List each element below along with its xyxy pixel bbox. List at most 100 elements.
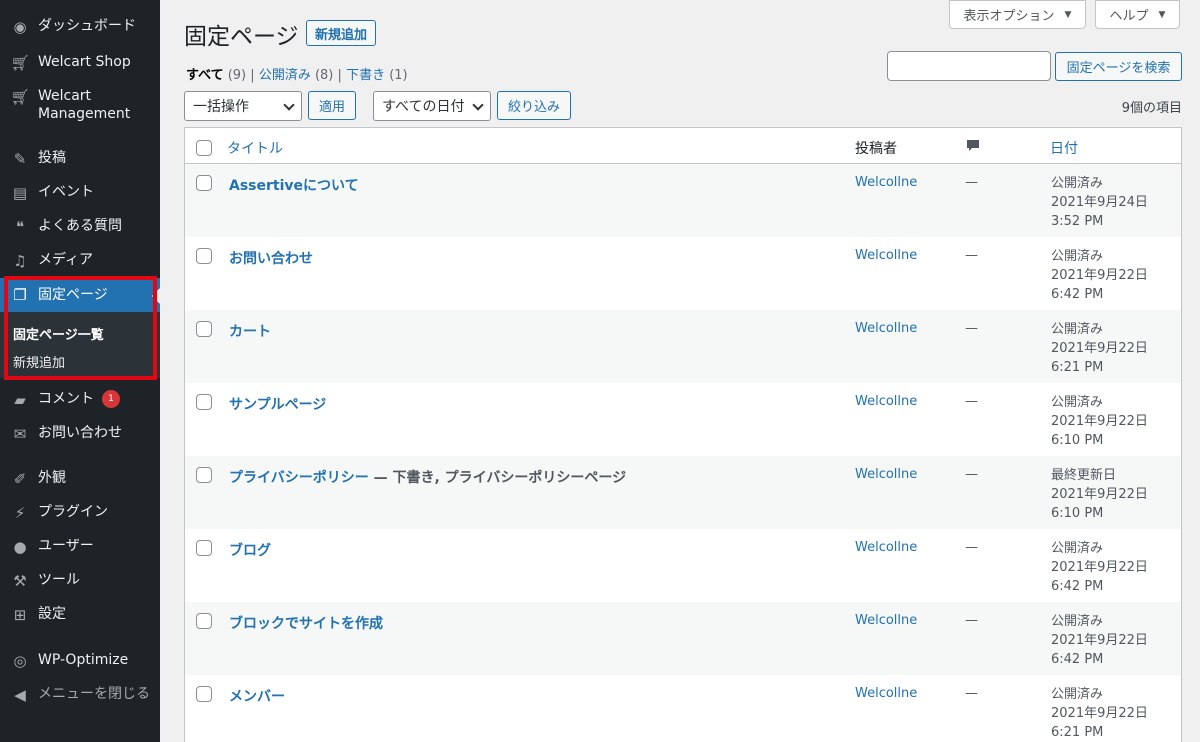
table-row: プライバシーポリシー — 下書き, プライバシーポリシーページ Welcollne… [185,456,1181,529]
menu-item-media[interactable]: ♫ メディア [0,251,160,271]
row-author-link[interactable]: Welcollne [855,540,917,555]
calendar-icon: ▤ [12,184,28,202]
row-author-link[interactable]: Welcollne [855,686,917,701]
menu-item-contact[interactable]: ✉ お問い合わせ [0,424,160,444]
column-author: 投稿者 [855,141,897,157]
settings-icon: ⊞ [13,606,27,624]
row-checkbox[interactable] [196,248,212,264]
row-status: 公開済み [1051,395,1104,410]
row-title-link[interactable]: Assertiveについて [229,175,359,195]
row-author-link[interactable]: Welcollne [855,321,917,336]
row-title-link[interactable]: ブロックでサイトを作成 [229,613,383,633]
apply-button[interactable]: 適用 [308,91,356,120]
main-content: 表示オプション ▼ ヘルプ ▼ 固定ページ 新規追加 すべて (9) | 公開済み … [160,0,1200,742]
search-input[interactable] [887,51,1051,81]
menu-item-plugins[interactable]: ⚡ プラグイン [0,503,160,523]
row-title-link[interactable]: メンバー [229,686,285,706]
media-icon: ♫ [13,252,27,270]
menu-item-comments[interactable]: ▰ コメント 1 [0,390,160,410]
row-title-link[interactable]: サンプルページ [229,394,326,414]
row-author-link[interactable]: Welcollne [855,394,917,409]
row-date: 公開済み 2021年9月22日 6:42 PM [1051,247,1148,304]
select-all-checkbox[interactable] [196,140,212,156]
table-row: メンバー Welcollne — 公開済み 2021年9月22日 6:21 PM [185,675,1181,742]
row-comments: — [965,248,978,263]
row-date: 最終更新日 2021年9月22日 6:10 PM [1051,466,1148,523]
row-author-link[interactable]: Welcollne [855,248,917,263]
collapse-menu-button[interactable]: ◀ メニューを閉じる [0,685,160,705]
row-time-value: 6:10 PM [1051,433,1104,448]
row-author-link[interactable]: Welcollne [855,175,917,190]
row-time-value: 6:42 PM [1051,652,1104,667]
row-time-value: 6:21 PM [1051,360,1104,375]
cart-icon: 🛒︎ [10,54,30,72]
help-button[interactable]: ヘルプ ▼ [1095,0,1180,29]
mail-icon: ✉ [13,425,27,443]
row-author-link[interactable]: Welcollne [855,467,917,482]
menu-item-dashboard[interactable]: ◉ ダッシュボード [0,17,160,37]
page-title-text: ブロックでサイトを作成 [229,616,383,632]
caret-down-icon: ▼ [1158,9,1166,20]
comment-icon: ▰ [14,391,26,409]
row-date: 公開済み 2021年9月22日 6:21 PM [1051,320,1148,377]
row-checkbox[interactable] [196,175,212,191]
table-row: カート Welcollne — 公開済み 2021年9月22日 6:21 PM [185,310,1181,383]
page-title-text: ブログ [229,543,271,559]
row-status: 公開済み [1051,322,1104,337]
menu-item-tools[interactable]: ⚒ ツール [0,571,160,591]
row-author-link[interactable]: Welcollne [855,613,917,628]
row-status: 公開済み [1051,614,1104,629]
row-date: 公開済み 2021年9月22日 6:10 PM [1051,393,1148,450]
row-status: 公開済み [1051,687,1104,702]
filter-draft[interactable]: 下書き [346,68,385,83]
row-time-value: 3:52 PM [1051,214,1104,229]
highlight-box [4,276,157,380]
column-title-sort[interactable]: タイトル [227,138,283,158]
filter-button[interactable]: 絞り込み [497,91,571,120]
row-checkbox[interactable] [196,540,212,556]
wrench-icon: ⚒ [13,572,27,590]
bulk-action-select[interactable]: 一括操作 [184,91,302,121]
menu-item-appearance[interactable]: ✐ 外観 [0,469,160,489]
row-date-value: 2021年9月22日 [1051,633,1148,648]
screen-options-button[interactable]: 表示オプション ▼ [949,0,1086,29]
row-checkbox[interactable] [196,613,212,629]
table-row: ブロックでサイトを作成 Welcollne — 公開済み 2021年9月22日 6:42 … [185,602,1181,675]
page-title-text: メンバー [229,689,285,705]
filter-published[interactable]: 公開済み [259,68,311,83]
row-comments: — [965,175,978,190]
status-filter-links: すべて (9) | 公開済み (8) | 下書き (1) [186,68,408,83]
row-title-link[interactable]: カート [229,321,271,341]
menu-item-faq[interactable]: ❝ よくある質問 [0,217,160,237]
row-status: 最終更新日 [1051,468,1117,483]
menu-item-users[interactable]: ● ユーザー [0,537,160,557]
filter-all[interactable]: すべて [186,68,224,83]
date-filter-select[interactable]: すべての日付 [373,91,491,121]
row-date-value: 2021年9月22日 [1051,706,1148,721]
add-new-page-button[interactable]: 新規追加 [306,20,376,46]
menu-item-welcart-management[interactable]: 🛒︎ Welcart Management [0,87,160,123]
page-title-text: サンプルページ [229,397,327,413]
comments-icon: ❝ [15,218,25,236]
column-date-sort[interactable]: 日付 [1050,138,1078,158]
menu-item-posts[interactable]: ✎ 投稿 [0,149,160,169]
row-checkbox[interactable] [196,686,212,702]
page-title-text: Assertiveについて [229,178,359,194]
page-title-text: プライバシーポリシー [229,470,369,486]
row-title-link[interactable]: プライバシーポリシー — 下書き, プライバシーポリシーページ [229,467,626,487]
row-checkbox[interactable] [196,467,212,483]
menu-item-events[interactable]: ▤ イベント [0,183,160,203]
menu-item-wp-optimize[interactable]: ◎ WP-Optimize [0,651,160,671]
row-status: 公開済み [1051,541,1104,556]
row-title-link[interactable]: お問い合わせ [229,248,313,268]
row-checkbox[interactable] [196,321,212,337]
menu-item-welcart-shop[interactable]: 🛒︎ Welcart Shop [0,53,160,73]
row-checkbox[interactable] [196,394,212,410]
menu-item-settings[interactable]: ⊞ 設定 [0,605,160,625]
row-title-link[interactable]: ブログ [229,540,271,560]
row-date-value: 2021年9月22日 [1051,268,1148,283]
search-pages-button[interactable]: 固定ページを検索 [1055,52,1182,81]
collapse-icon: ◀ [14,686,26,704]
chevron-down-icon [283,99,295,111]
table-row: サンプルページ Welcollne — 公開済み 2021年9月22日 6:10 PM [185,383,1181,456]
